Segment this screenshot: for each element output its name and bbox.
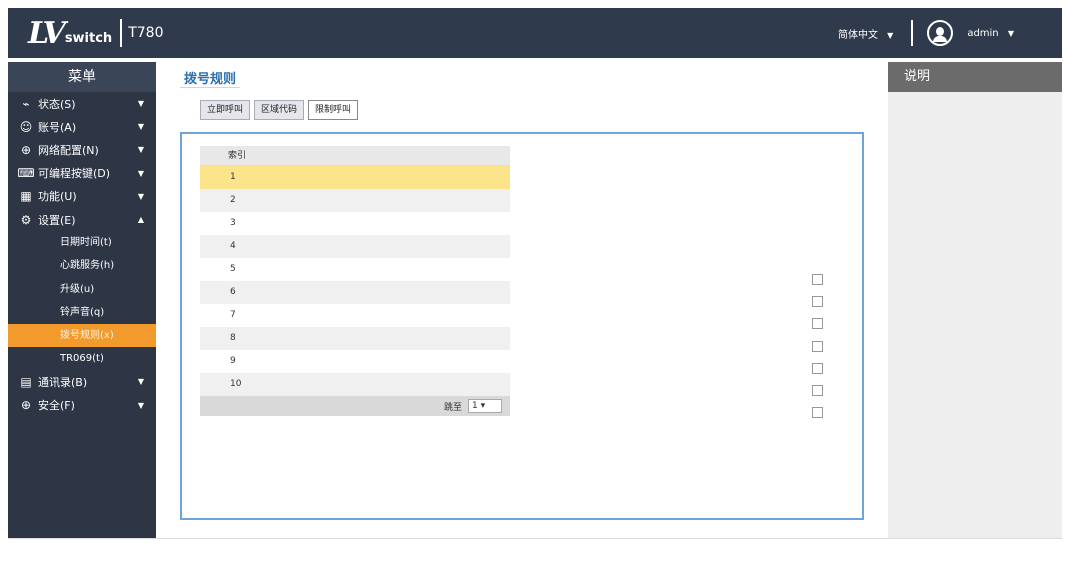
sidebar-sub-tones[interactable]: 铃声音(q) xyxy=(8,301,156,324)
row-checkbox[interactable] xyxy=(812,318,823,330)
sidebar-item-security[interactable]: ⊕ 安全(F) ▼ xyxy=(8,393,156,416)
row-checkbox[interactable] xyxy=(812,340,823,352)
table-row[interactable]: 9 xyxy=(200,350,510,373)
row-checkboxes xyxy=(812,274,823,429)
main-content: 拨号规则 立即呼叫 区域代码 限制呼叫 索引 1 2 3 4 5 6 7 8 9… xyxy=(180,62,870,538)
sidebar-item-account[interactable]: ☺ 账号(A) ▼ xyxy=(8,115,156,138)
footer-divider xyxy=(8,538,1062,539)
chevron-down-icon: ▼ xyxy=(137,191,144,201)
help-panel: 说明 xyxy=(888,62,1062,538)
chevron-down-icon: ▼ xyxy=(137,377,144,387)
chevron-down-icon: ▼ xyxy=(137,168,144,178)
sidebar-item-label: 通讯录(B) xyxy=(38,375,88,389)
table-row[interactable]: 2 xyxy=(200,189,510,212)
status-icon: ⌁ xyxy=(22,96,30,111)
account-icon: ☺ xyxy=(19,119,33,134)
table-row[interactable]: 3 xyxy=(200,212,510,235)
model-name: T780 xyxy=(128,25,164,41)
help-body xyxy=(888,92,1062,112)
sidebar-item-settings[interactable]: ⚙ 设置(E) ▲ xyxy=(8,208,156,231)
row-checkbox[interactable] xyxy=(812,407,823,419)
tab-bar: 立即呼叫 区域代码 限制呼叫 xyxy=(200,100,362,120)
chevron-down-icon: ▼ xyxy=(1007,28,1014,38)
table-pager: 跳至 1 ▾ xyxy=(200,396,510,416)
sidebar-sub-upgrade[interactable]: 升级(u) xyxy=(8,278,156,301)
tab-instant-call[interactable]: 立即呼叫 xyxy=(200,100,251,120)
dial-rule-table: 索引 1 2 3 4 5 6 7 8 9 10 跳至 1 ▾ xyxy=(200,146,510,416)
chevron-down-icon: ▼ xyxy=(137,400,144,410)
table-row[interactable]: 6 xyxy=(200,281,510,304)
page-value: 1 xyxy=(472,401,478,411)
row-checkbox[interactable] xyxy=(812,384,823,396)
sidebar-item-label: 账号(A) xyxy=(38,120,77,134)
brand-logo: LV switch T780 xyxy=(28,16,163,51)
logo-divider xyxy=(120,19,123,47)
pager-label: 跳至 xyxy=(443,402,462,413)
chevron-down-icon: ▼ xyxy=(137,145,144,155)
avatar-icon xyxy=(927,20,954,46)
header-divider xyxy=(911,20,914,46)
sidebar-item-network[interactable]: ⊕ 网络配置(N) ▼ xyxy=(8,138,156,161)
row-checkbox[interactable] xyxy=(812,362,823,374)
user-menu[interactable]: admin ▼ xyxy=(967,28,1014,39)
sidebar-sub-datetime[interactable]: 日期时间(t) xyxy=(8,231,156,254)
sidebar-item-phonebook[interactable]: ▤ 通讯录(B) ▼ xyxy=(8,370,156,393)
table-row[interactable]: 10 xyxy=(200,373,510,396)
chevron-down-icon: ▼ xyxy=(887,30,894,40)
language-select[interactable]: 简体中文 ▼ xyxy=(838,26,893,41)
network-icon: ⊕ xyxy=(20,142,32,157)
sidebar-item-features[interactable]: ▦ 功能(U) ▼ xyxy=(8,185,156,208)
table-row[interactable]: 4 xyxy=(200,235,510,258)
sidebar-item-label: 可编程按键(D) xyxy=(38,167,111,181)
logo-word: switch xyxy=(64,30,113,46)
sidebar-title: 菜单 xyxy=(8,62,156,92)
table-row[interactable]: 5 xyxy=(200,258,510,281)
table-row[interactable]: 1 xyxy=(200,166,510,189)
table-row[interactable]: 7 xyxy=(200,304,510,327)
sidebar-sub-tr069[interactable]: TR069(t) xyxy=(8,347,156,370)
shield-icon: ⊕ xyxy=(20,398,32,413)
gear-icon: ⚙ xyxy=(20,212,32,227)
sidebar-item-label: 网络配置(N) xyxy=(38,143,99,157)
chevron-up-icon: ▲ xyxy=(137,215,144,225)
page-select[interactable]: 1 ▾ xyxy=(468,399,502,413)
sidebar-sub-heartbeat[interactable]: 心跳服务(h) xyxy=(8,254,156,277)
sidebar: 菜单 ⌁ 状态(S) ▼ ☺ 账号(A) ▼ ⊕ 网络配置(N) ▼ ⌨ 可编程… xyxy=(8,62,156,538)
page-title: 拨号规则 xyxy=(180,62,240,88)
sidebar-item-label: 设置(E) xyxy=(38,213,76,227)
logo-mark: LV xyxy=(28,15,66,51)
sidebar-item-label: 状态(S) xyxy=(38,97,76,111)
row-checkbox[interactable] xyxy=(812,296,823,308)
tab-area-code[interactable]: 区域代码 xyxy=(254,100,305,120)
sidebar-item-dsskey[interactable]: ⌨ 可编程按键(D) ▼ xyxy=(8,162,156,185)
top-bar: LV switch T780 简体中文 ▼ admin ▼ xyxy=(8,8,1062,58)
keyboard-icon: ⌨ xyxy=(17,166,35,181)
table-header-index: 索引 xyxy=(200,146,510,166)
help-title: 说明 xyxy=(888,62,1062,92)
sidebar-sub-dial-plan[interactable]: 拨号规则(x) xyxy=(8,323,156,348)
grid-icon: ▦ xyxy=(20,189,32,204)
chevron-down-icon: ▼ xyxy=(137,99,144,109)
book-icon: ▤ xyxy=(20,374,32,389)
dial-rule-panel: 索引 1 2 3 4 5 6 7 8 9 10 跳至 1 ▾ xyxy=(180,132,864,520)
table-row[interactable]: 8 xyxy=(200,327,510,350)
row-checkbox[interactable] xyxy=(812,274,823,285)
user-name: admin xyxy=(967,27,999,39)
language-label: 简体中文 xyxy=(837,29,878,41)
sidebar-item-label: 安全(F) xyxy=(38,399,75,413)
sidebar-item-status[interactable]: ⌁ 状态(S) ▼ xyxy=(8,92,156,115)
sidebar-item-label: 功能(U) xyxy=(38,190,77,204)
chevron-down-icon: ▼ xyxy=(137,122,144,132)
tab-restricted-call[interactable]: 限制呼叫 xyxy=(308,100,359,120)
